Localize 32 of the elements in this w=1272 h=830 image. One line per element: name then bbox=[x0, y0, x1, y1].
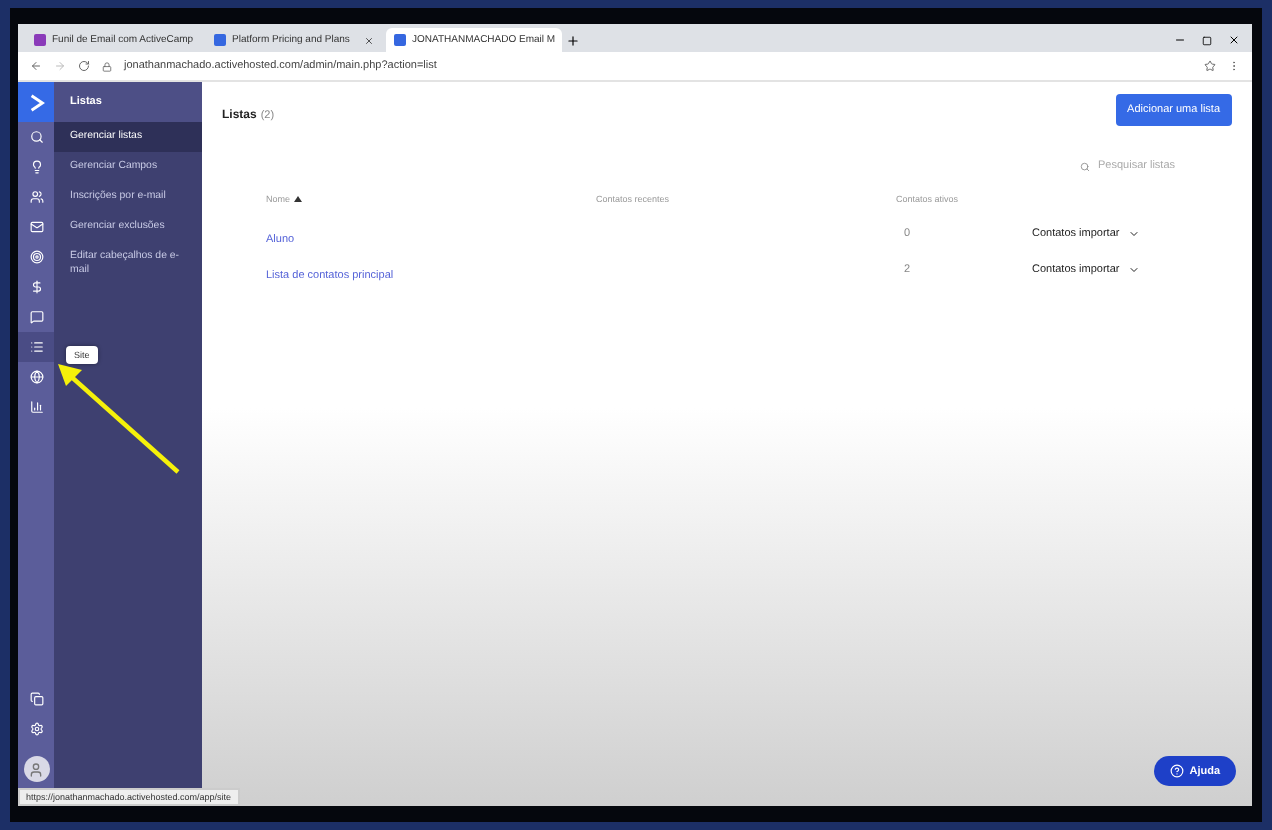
nav-rail-button[interactable] bbox=[18, 332, 54, 362]
chat-icon bbox=[29, 310, 43, 324]
reload-icon[interactable] bbox=[78, 60, 90, 72]
globe-icon bbox=[29, 370, 43, 384]
maximize-icon[interactable] bbox=[1202, 36, 1212, 46]
target-icon bbox=[29, 250, 43, 264]
close-icon[interactable] bbox=[1228, 34, 1240, 46]
search-icon bbox=[1080, 161, 1090, 171]
copy-icon bbox=[29, 692, 43, 706]
search-icon bbox=[29, 130, 43, 144]
bar-chart-icon bbox=[29, 400, 43, 414]
sort-icon bbox=[294, 196, 303, 202]
minimize-icon[interactable] bbox=[1174, 34, 1186, 46]
new-tab-icon[interactable] bbox=[566, 34, 580, 48]
lock-icon bbox=[102, 61, 112, 71]
logo-icon[interactable] bbox=[18, 82, 54, 122]
settings-icon bbox=[29, 722, 43, 736]
dollar-icon bbox=[29, 280, 43, 294]
lightbulb-icon bbox=[29, 160, 43, 174]
arrow-annotation bbox=[54, 360, 182, 476]
caret-icon bbox=[1127, 228, 1140, 240]
star-icon[interactable] bbox=[1204, 60, 1216, 72]
mail-icon bbox=[29, 220, 43, 234]
favicon-icon bbox=[34, 34, 46, 46]
favicon-icon bbox=[214, 34, 226, 46]
list-icon bbox=[29, 340, 43, 354]
people-icon bbox=[29, 190, 43, 204]
avatar-icon[interactable] bbox=[23, 756, 49, 782]
caret-icon bbox=[1127, 264, 1140, 276]
help-icon bbox=[1169, 764, 1184, 778]
back-icon[interactable] bbox=[30, 60, 42, 72]
favicon-icon bbox=[394, 34, 406, 46]
